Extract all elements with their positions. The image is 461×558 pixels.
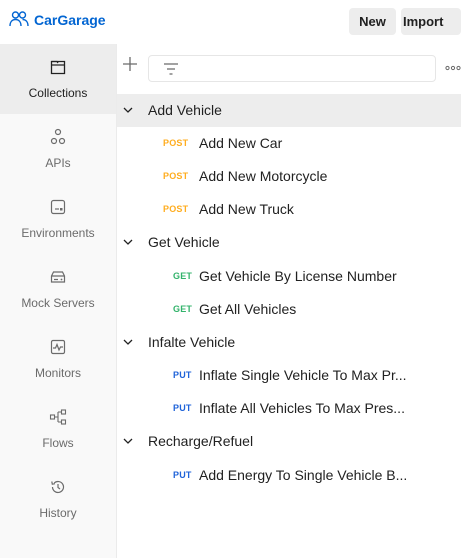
filter-box[interactable] [148, 55, 436, 82]
new-button[interactable]: New [349, 8, 396, 35]
mock-servers-icon [50, 271, 66, 283]
method-badge: GET [173, 304, 193, 314]
sidebar-item-label: Flows [42, 436, 74, 450]
folder-row[interactable]: Infalte Vehicle [117, 326, 461, 359]
sidebar-item-label: Environments [21, 226, 95, 240]
request-name: Add New Truck [199, 201, 294, 217]
sidebar-item-history[interactable]: History [0, 464, 116, 534]
request-row[interactable]: PUT Inflate All Vehicles To Max Pres... [117, 392, 461, 425]
filter-input[interactable] [187, 60, 427, 78]
request-name: Inflate All Vehicles To Max Pres... [199, 400, 405, 416]
folder-name: Recharge/Refuel [148, 433, 254, 449]
folder-row[interactable]: Get Vehicle [117, 226, 461, 259]
workspace-name[interactable]: CarGarage [34, 12, 106, 28]
team-icon [9, 11, 29, 27]
sidebar-item-flows[interactable]: Flows [0, 394, 116, 464]
method-badge: PUT [173, 403, 192, 413]
method-badge: POST [163, 204, 189, 214]
request-row[interactable]: PUT Inflate Single Vehicle To Max Pr... [117, 359, 461, 392]
request-name: Add New Motorcycle [199, 168, 328, 184]
history-icon [51, 480, 65, 494]
collections-icon [50, 60, 66, 75]
request-name: Get Vehicle By License Number [199, 268, 397, 284]
request-row[interactable]: POST Add New Truck [117, 193, 461, 226]
collections-toolbar [117, 44, 461, 94]
sidebar-item-apis[interactable]: APIs [0, 114, 116, 184]
chevron-down-icon[interactable] [123, 106, 133, 114]
sidebar-item-environments[interactable]: Environments [0, 184, 116, 254]
chevron-down-icon[interactable] [123, 238, 133, 246]
folder-row[interactable]: Recharge/Refuel [117, 425, 461, 458]
request-row[interactable]: POST Add New Motorcycle [117, 160, 461, 193]
method-badge: POST [163, 171, 189, 181]
plus-icon[interactable] [120, 54, 140, 74]
method-badge: PUT [173, 370, 192, 380]
chevron-down-icon[interactable] [123, 437, 133, 445]
apis-icon [50, 128, 66, 145]
sidebar-item-collections[interactable]: Collections [0, 44, 116, 114]
request-name: Get All Vehicles [199, 301, 297, 317]
sidebar-item-monitors[interactable]: Monitors [0, 324, 116, 394]
method-badge: POST [163, 138, 189, 148]
import-button[interactable]: Import [401, 8, 461, 35]
sidebar-item-label: APIs [45, 156, 71, 170]
chevron-down-icon[interactable] [123, 338, 133, 346]
method-badge: PUT [173, 470, 192, 480]
sidebar-item-label: Monitors [34, 366, 81, 380]
request-row[interactable]: GET Get All Vehicles [117, 293, 461, 326]
request-row[interactable]: GET Get Vehicle By License Number [117, 260, 461, 293]
folder-name: Get Vehicle [148, 234, 220, 250]
request-row[interactable]: PUT Add Energy To Single Vehicle B... [117, 459, 461, 492]
request-name: Add Energy To Single Vehicle B... [199, 467, 408, 483]
more-options-icon[interactable] [445, 64, 461, 72]
monitors-icon [50, 339, 66, 355]
sidebar-item-label: History [39, 506, 77, 520]
sidebar-item-label: Mock Servers [21, 296, 95, 310]
workspace-header: CarGarage New Import [0, 0, 461, 44]
filter-icon [164, 63, 178, 75]
request-name: Add New Car [199, 135, 283, 151]
folder-name: Add Vehicle [148, 102, 222, 118]
method-badge: GET [173, 271, 193, 281]
request-row[interactable]: POST Add New Car [117, 127, 461, 160]
folder-name: Infalte Vehicle [148, 334, 236, 350]
flows-icon [49, 409, 67, 425]
sidebar-item-mock-servers[interactable]: Mock Servers [0, 254, 116, 324]
environments-icon [50, 199, 66, 215]
request-name: Inflate Single Vehicle To Max Pr... [199, 367, 407, 383]
sidebar: Collections APIs Environments Mock Serve… [0, 44, 117, 558]
folder-row[interactable]: Add Vehicle [117, 94, 461, 127]
sidebar-item-label: Collections [28, 86, 88, 100]
